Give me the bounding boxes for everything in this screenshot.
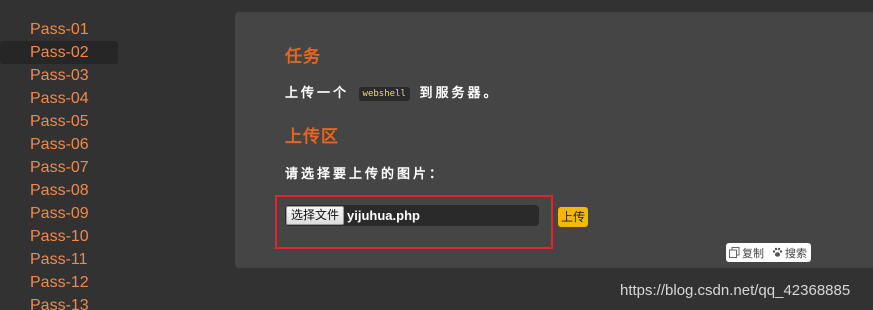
selected-file-name: yijuhua.php bbox=[347, 208, 420, 223]
task-title: 任务 bbox=[285, 47, 321, 67]
sidebar-item-pass-07[interactable]: Pass-07 bbox=[0, 156, 120, 179]
search-button[interactable]: 搜索 bbox=[772, 245, 807, 261]
search-label: 搜索 bbox=[785, 246, 807, 260]
selection-toolbar: 复制 搜索 bbox=[726, 243, 811, 262]
task-text-after: 到服务器。 bbox=[419, 86, 500, 101]
task-text-before: 上传一个 bbox=[285, 86, 350, 101]
file-input[interactable]: 选择文件 yijuhua.php bbox=[285, 205, 539, 226]
page: Pass-01 Pass-02 Pass-03 Pass-04 Pass-05 … bbox=[0, 0, 873, 310]
sidebar: Pass-01 Pass-02 Pass-03 Pass-04 Pass-05 … bbox=[0, 18, 120, 310]
choose-file-button[interactable]: 选择文件 bbox=[286, 206, 345, 225]
upload-prompt: 请选择要上传的图片： bbox=[285, 167, 446, 182]
webshell-code: webshell bbox=[358, 86, 410, 101]
sidebar-item-pass-11[interactable]: Pass-11 bbox=[0, 248, 120, 271]
copy-label: 复制 bbox=[742, 246, 764, 260]
sidebar-item-pass-04[interactable]: Pass-04 bbox=[0, 87, 120, 110]
copy-button[interactable]: 复制 bbox=[729, 245, 764, 261]
watermark: https://blog.csdn.net/qq_42368885 bbox=[620, 282, 851, 299]
sidebar-item-pass-03[interactable]: Pass-03 bbox=[0, 64, 120, 87]
sidebar-item-pass-01[interactable]: Pass-01 bbox=[0, 18, 120, 41]
sidebar-item-pass-02[interactable]: Pass-02 bbox=[0, 41, 118, 64]
sidebar-item-pass-13[interactable]: Pass-13 bbox=[0, 294, 120, 310]
sidebar-item-pass-09[interactable]: Pass-09 bbox=[0, 202, 120, 225]
sidebar-item-pass-10[interactable]: Pass-10 bbox=[0, 225, 120, 248]
paw-icon bbox=[772, 247, 783, 257]
copy-icon bbox=[729, 247, 740, 258]
sidebar-item-pass-05[interactable]: Pass-05 bbox=[0, 110, 120, 133]
upload-button[interactable]: 上传 bbox=[558, 207, 589, 227]
upload-title: 上传区 bbox=[285, 127, 339, 147]
sidebar-item-pass-08[interactable]: Pass-08 bbox=[0, 179, 120, 202]
main-panel: 任务 上传一个 webshell 到服务器。 上传区 请选择要上传的图片： 选择… bbox=[235, 12, 873, 268]
task-description: 上传一个 webshell 到服务器。 bbox=[285, 82, 499, 101]
sidebar-item-pass-06[interactable]: Pass-06 bbox=[0, 133, 120, 156]
sidebar-item-pass-12[interactable]: Pass-12 bbox=[0, 271, 120, 294]
